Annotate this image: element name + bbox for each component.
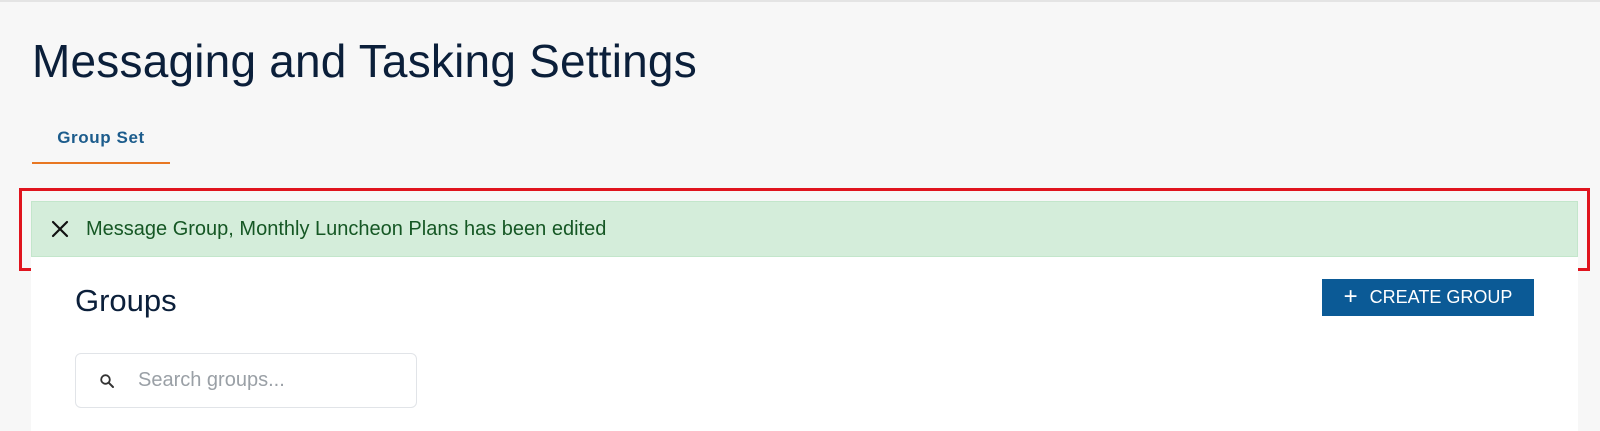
- groups-heading: Groups: [75, 283, 177, 318]
- close-icon[interactable]: [48, 217, 72, 241]
- search-box[interactable]: [75, 353, 417, 408]
- success-alert: Message Group, Monthly Luncheon Plans ha…: [31, 201, 1578, 257]
- plus-icon: +: [1343, 282, 1358, 310]
- search-input[interactable]: [138, 369, 408, 392]
- create-group-button[interactable]: + CREATE GROUP: [1322, 279, 1534, 316]
- search-icon: [98, 372, 116, 390]
- alert-message: Message Group, Monthly Luncheon Plans ha…: [86, 217, 607, 240]
- top-divider: [0, 0, 1600, 2]
- page-title: Messaging and Tasking Settings: [32, 35, 697, 87]
- tab-group-set[interactable]: Group Set: [32, 118, 170, 164]
- tab-label: Group Set: [57, 128, 145, 147]
- create-group-label: CREATE GROUP: [1369, 287, 1513, 307]
- groups-panel: Groups + CREATE GROUP: [31, 257, 1578, 431]
